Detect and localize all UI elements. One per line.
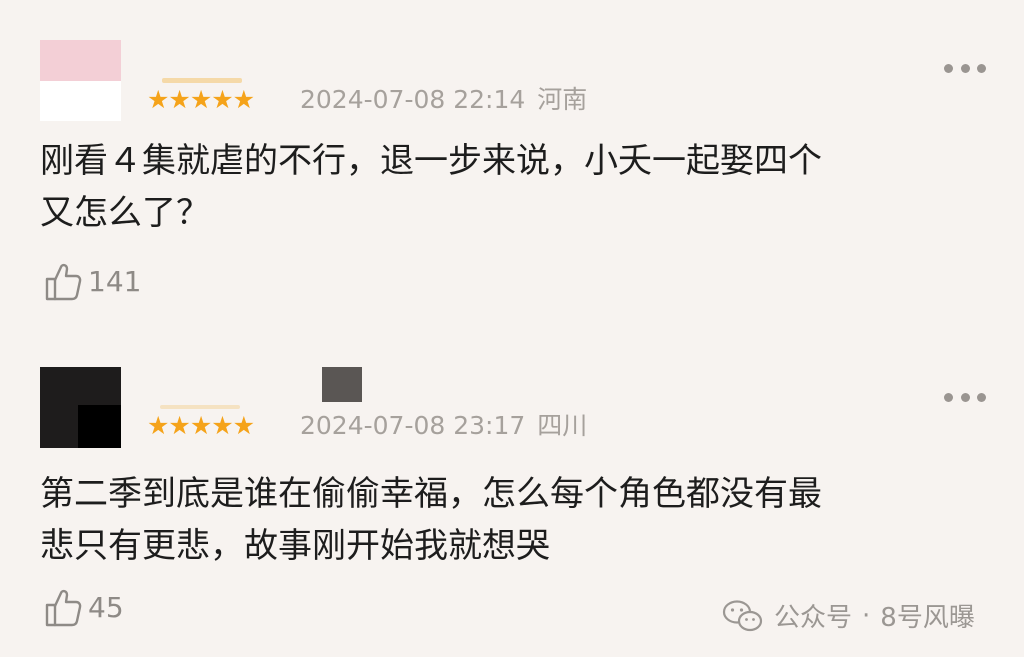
comment-meta: 2024-07-08 23:17 四川 [300, 413, 587, 438]
more-options-button[interactable] [944, 391, 986, 403]
username-redacted [322, 367, 362, 402]
more-dots-icon [977, 392, 986, 402]
comment-meta: 2024-07-08 22:14 河南 [300, 87, 587, 112]
watermark-source: 公众号 [774, 603, 853, 633]
comment-location: 河南 [537, 85, 588, 114]
more-dots-icon [944, 63, 953, 73]
comment-datetime: 2024-07-08 23:17 [300, 411, 526, 440]
like-count: 45 [88, 591, 124, 624]
watermark: 公众号 · 8号风曝 [722, 597, 975, 634]
avatar[interactable] [40, 367, 121, 448]
thumbs-up-icon [45, 589, 82, 627]
like-button[interactable]: 141 [44, 262, 141, 302]
star-rating: ★★★★★ [147, 85, 255, 114]
like-count: 141 [88, 265, 142, 298]
more-dots-icon [960, 63, 970, 73]
wechat-icon [722, 599, 763, 631]
more-dots-icon [944, 392, 953, 402]
like-button[interactable]: 45 [44, 588, 124, 628]
watermark-account: 8号风曝 [880, 603, 975, 633]
avatar-image-bottom [40, 81, 121, 121]
avatar-image-top [40, 40, 121, 81]
thumbs-up-icon [45, 263, 82, 301]
comment-text-line: 悲只有更悲，故事刚开始我就想哭 [40, 526, 550, 566]
comment-text: 第二季到底是谁在偷偷幸福，怎么每个角色都没有最 悲只有更悲，故事刚开始我就想哭 [40, 468, 990, 572]
comment-location: 四川 [537, 411, 588, 440]
avatar-image-detail [78, 405, 121, 448]
comment-text-line: 刚看４集就虐的不行，退一步来说，小夭一起娶四个 [40, 141, 822, 181]
comment-text-line: 第二季到底是谁在偷偷幸福，怎么每个角色都没有最 [40, 474, 822, 514]
comment-text: 刚看４集就虐的不行，退一步来说，小夭一起娶四个 又怎么了？ [40, 135, 990, 239]
more-dots-icon [977, 63, 986, 73]
more-options-button[interactable] [944, 62, 986, 74]
comment-datetime: 2024-07-08 22:14 [300, 85, 526, 114]
watermark-separator: · [862, 600, 871, 631]
username-redacted [162, 78, 242, 83]
avatar[interactable] [40, 40, 121, 121]
more-dots-icon [960, 392, 970, 402]
comment-text-line: 又怎么了？ [40, 193, 210, 233]
star-rating: ★★★★★ [147, 411, 255, 440]
username-redacted-underline [160, 405, 240, 409]
comment-item: ★★★★★ 2024-07-08 22:14 河南 刚看４集就虐的不行，退一步来说… [0, 0, 1024, 340]
